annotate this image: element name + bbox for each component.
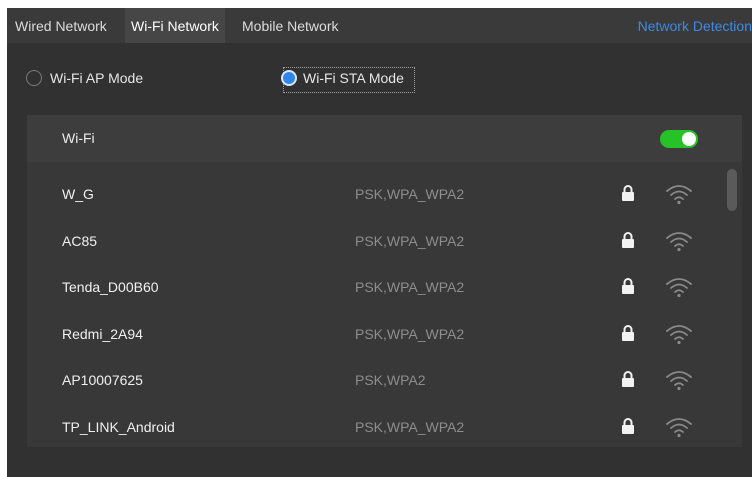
ap-mode-option[interactable]: Wi-Fi AP Mode <box>26 68 186 92</box>
network-security: PSK,WPA2 <box>355 372 426 388</box>
wifi-signal-icon <box>665 369 693 391</box>
network-row[interactable]: TP_LINK_Android PSK,WPA_WPA2 <box>27 404 722 450</box>
wifi-signal-icon <box>665 276 693 298</box>
network-security: PSK,WPA_WPA2 <box>355 325 465 342</box>
ap-mode-label: Wi-Fi AP Mode <box>50 70 144 86</box>
wifi-signal-icon <box>665 183 693 205</box>
lock-icon <box>621 231 635 249</box>
network-security: PSK,WPA_WPA2 <box>355 186 465 202</box>
sta-mode-label: Wi-Fi STA Mode <box>303 70 404 86</box>
network-name: W_G <box>62 186 94 202</box>
network-security: PSK,WPA_WPA2 <box>355 418 465 435</box>
wifi-toggle[interactable] <box>660 130 698 148</box>
network-name: AC85 <box>62 232 98 249</box>
wifi-network-list: Wi-Fi W_G PSK,WPA_WPA2 AC85 PSK,WPA_WPA2 Ten… <box>27 115 742 447</box>
tab-wired-network[interactable]: Wired Network <box>9 8 113 43</box>
network-row[interactable]: AP10007625 PSK,WPA2 <box>27 357 722 403</box>
lock-icon <box>621 370 635 388</box>
lock-icon <box>621 184 635 202</box>
network-settings-panel: Wired Network Wi-Fi Network Mobile Netwo… <box>7 8 752 477</box>
wifi-signal-icon <box>665 323 693 345</box>
network-security: PSK,WPA_WPA2 <box>355 232 465 249</box>
network-row[interactable]: W_G PSK,WPA_WPA2 <box>27 171 722 217</box>
toggle-knob <box>682 132 696 146</box>
network-row[interactable]: AC85 PSK,WPA_WPA2 <box>27 218 722 264</box>
lock-icon <box>621 277 635 295</box>
tab-wifi-network[interactable]: Wi-Fi Network <box>125 8 225 43</box>
wifi-signal-icon <box>665 416 693 438</box>
tab-mobile-network[interactable]: Mobile Network <box>236 8 344 43</box>
tab-bar: Wired Network Wi-Fi Network Mobile Netwo… <box>7 8 752 43</box>
network-name: Redmi_2A94 <box>62 325 143 342</box>
scrollbar[interactable] <box>726 165 738 445</box>
lock-icon <box>621 417 635 435</box>
network-row[interactable]: Redmi_2A94 PSK,WPA_WPA2 <box>27 311 722 357</box>
scroll-thumb[interactable] <box>727 169 737 211</box>
network-row[interactable]: Tenda_D00B60 PSK,WPA_WPA2 <box>27 264 722 310</box>
ap-mode-radio[interactable] <box>26 70 42 86</box>
network-security: PSK,WPA_WPA2 <box>355 279 465 295</box>
lock-icon <box>621 324 635 342</box>
wifi-title: Wi-Fi <box>62 130 95 146</box>
network-detection-link[interactable]: Network Detection <box>638 8 752 43</box>
sta-mode-option[interactable]: Wi-Fi STA Mode <box>281 68 421 92</box>
network-name: AP10007625 <box>62 372 143 388</box>
sta-mode-radio[interactable] <box>281 70 297 86</box>
wifi-header: Wi-Fi <box>27 115 742 162</box>
network-name: Tenda_D00B60 <box>62 279 159 295</box>
network-name: TP_LINK_Android <box>62 418 175 435</box>
wifi-signal-icon <box>665 230 693 252</box>
